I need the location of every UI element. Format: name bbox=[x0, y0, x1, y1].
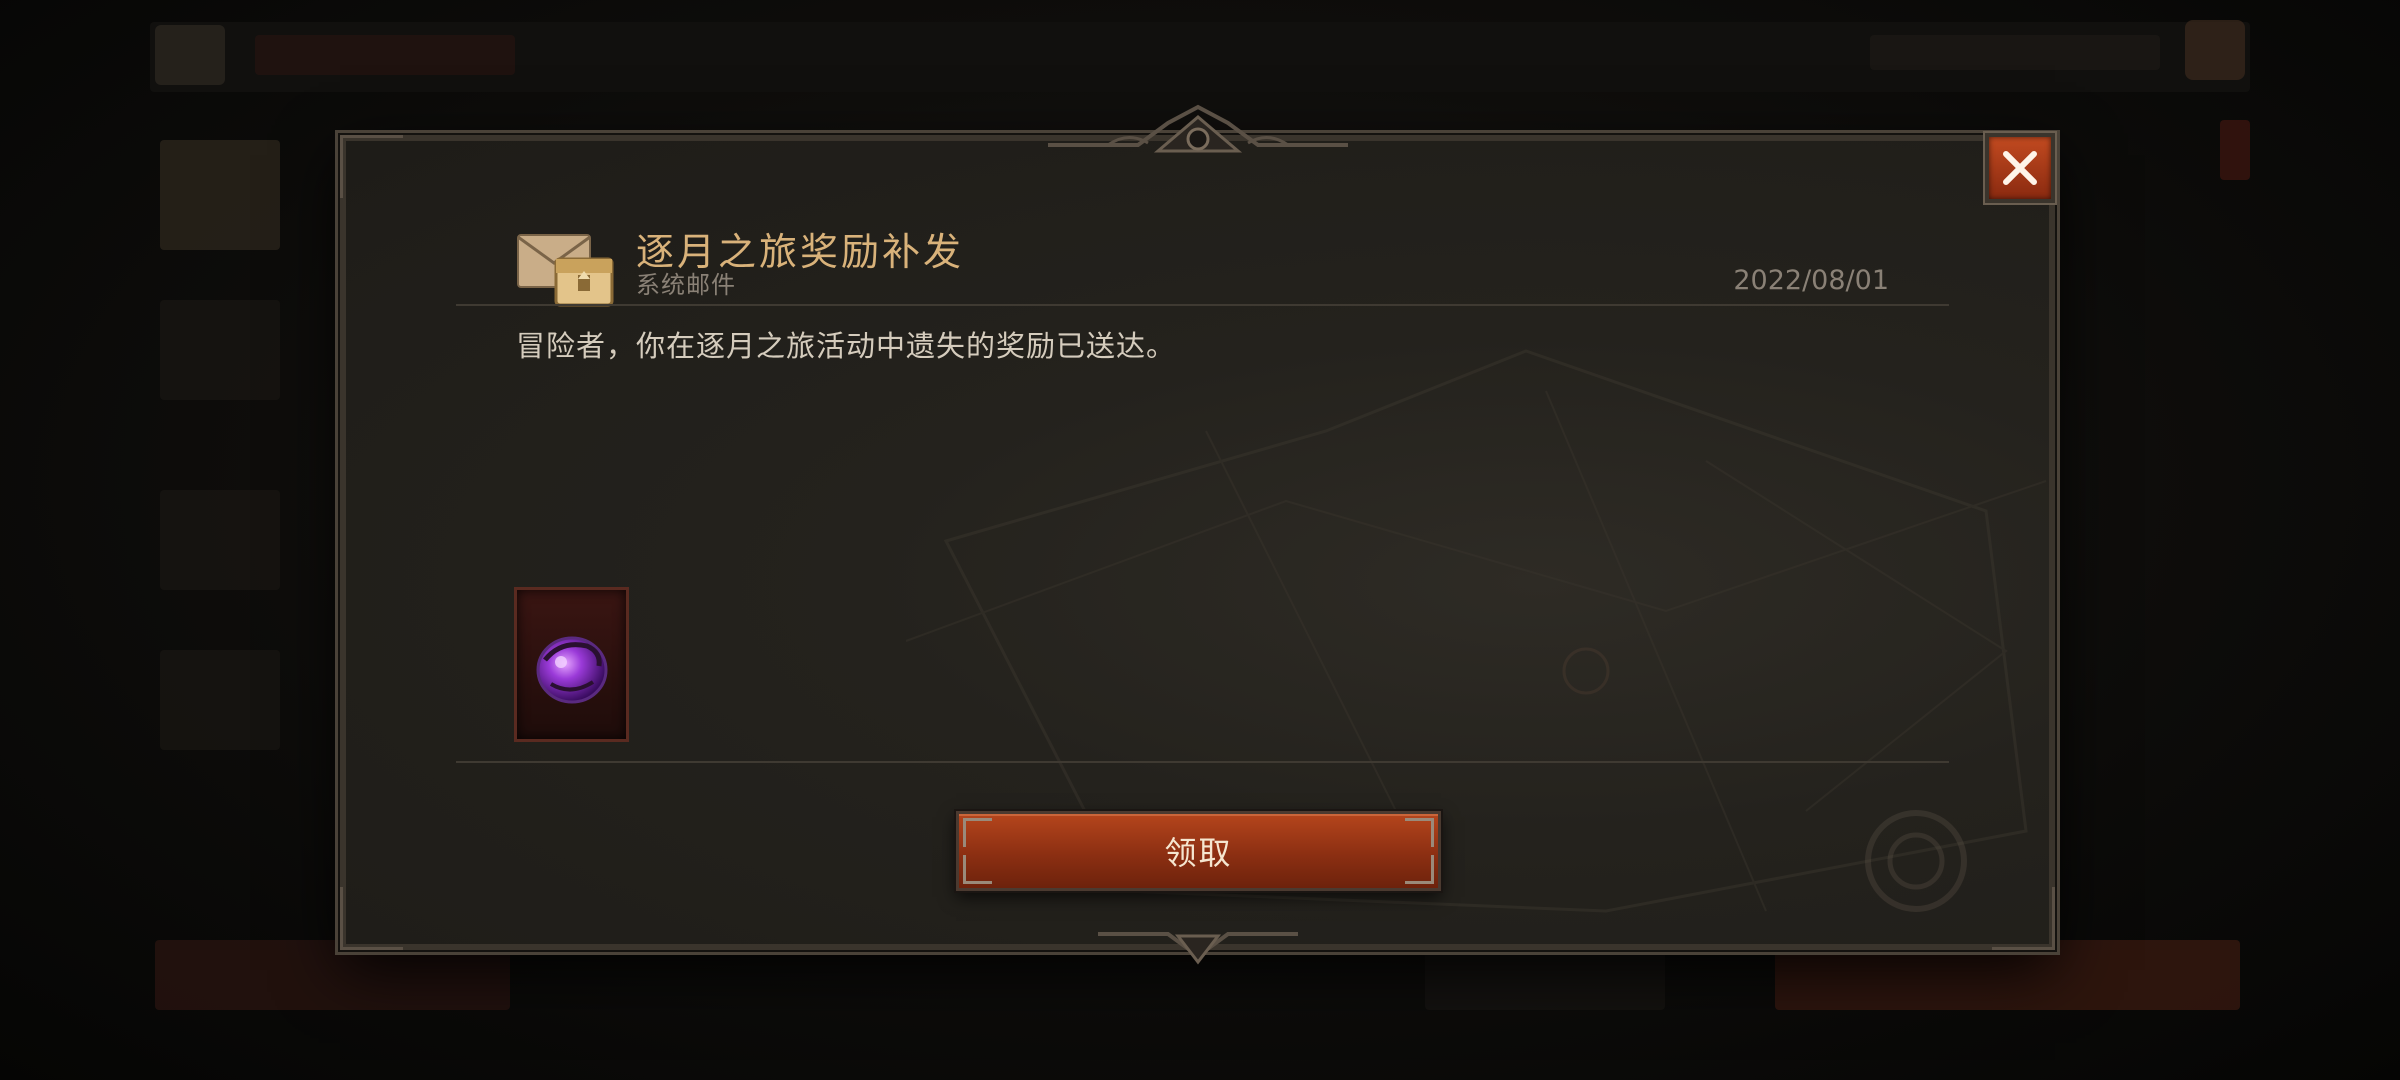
purple-gem-icon bbox=[536, 636, 608, 704]
mail-sender: 系统邮件 bbox=[636, 271, 736, 299]
close-button[interactable] bbox=[1985, 133, 2055, 203]
claim-button[interactable]: 领取 bbox=[956, 811, 1441, 891]
button-corner bbox=[963, 855, 992, 884]
background-sidebar-item bbox=[160, 650, 280, 750]
background-tabs bbox=[1870, 35, 2160, 70]
background-bottom-button bbox=[1425, 940, 1665, 1010]
claim-button-label: 领取 bbox=[1164, 834, 1233, 872]
game-screen: 逐月之旅奖励补发 系统邮件 2022/08/01 冒险者，你在逐月之旅活动中遗失… bbox=[0, 0, 2400, 1080]
reward-item-slot[interactable] bbox=[514, 587, 629, 742]
frame-corner bbox=[340, 887, 403, 950]
background-menu-icon bbox=[155, 25, 225, 85]
button-corner bbox=[1405, 855, 1434, 884]
background-notification bbox=[2220, 120, 2250, 180]
seal-deco-icon bbox=[1865, 810, 1967, 912]
background-sidebar-item bbox=[160, 490, 280, 590]
background-avatar-icon bbox=[2185, 20, 2245, 80]
mail-date: 2022/08/01 bbox=[1733, 265, 1889, 296]
mail-dialog: 逐月之旅奖励补发 系统邮件 2022/08/01 冒险者，你在逐月之旅活动中遗失… bbox=[340, 104, 2055, 965]
background-title bbox=[255, 35, 515, 75]
frame-corner bbox=[340, 135, 403, 198]
background-sidebar-item bbox=[160, 300, 280, 400]
mail-body: 冒险者，你在逐月之旅活动中遗失的奖励已送达。 bbox=[516, 329, 1177, 363]
top-ornament-icon bbox=[1047, 104, 1348, 153]
background-bottom-button bbox=[1775, 940, 2240, 1010]
divider bbox=[456, 761, 1949, 763]
mail-chest-icon bbox=[517, 234, 614, 307]
background-sidebar-item bbox=[160, 140, 280, 250]
button-corner bbox=[963, 818, 992, 847]
background-bottom-button bbox=[155, 940, 510, 1010]
button-corner bbox=[1405, 818, 1434, 847]
divider bbox=[456, 304, 1949, 306]
close-icon bbox=[2003, 151, 2037, 185]
bottom-ornament-icon bbox=[1097, 932, 1298, 965]
